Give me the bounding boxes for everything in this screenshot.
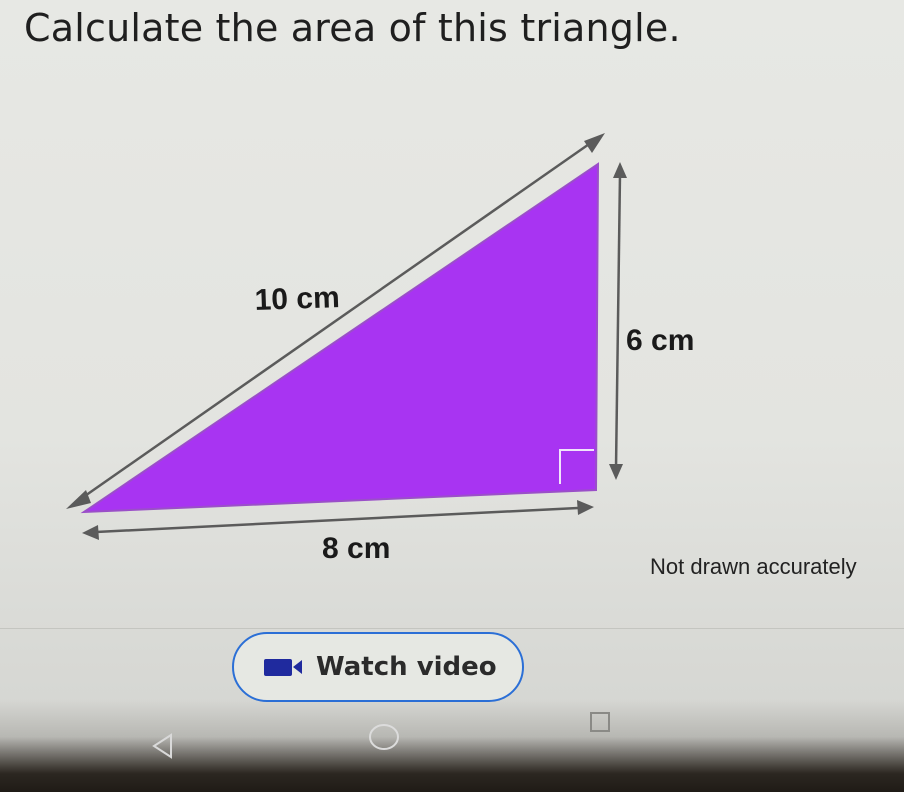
height-label: 6 cm xyxy=(626,324,694,357)
system-navigation-bar xyxy=(0,700,904,792)
recent-apps-square-icon[interactable] xyxy=(588,710,612,734)
question-screen: Calculate the area of this triangle. 10 … xyxy=(0,0,904,750)
height-arrow xyxy=(609,162,627,480)
section-divider xyxy=(0,628,904,629)
watch-video-button[interactable]: Watch video xyxy=(232,632,524,702)
triangle-diagram: 10 cm 6 cm 8 cm xyxy=(66,133,694,565)
right-triangle xyxy=(80,162,600,514)
base-label: 8 cm xyxy=(322,532,390,565)
home-circle-icon[interactable] xyxy=(367,722,401,752)
back-triangle-icon[interactable] xyxy=(150,732,174,760)
video-camera-icon xyxy=(262,656,308,678)
hypotenuse-label: 10 cm xyxy=(254,281,340,317)
not-drawn-accurately-note: Not drawn accurately xyxy=(650,554,857,579)
watch-video-label: Watch video xyxy=(316,652,497,682)
